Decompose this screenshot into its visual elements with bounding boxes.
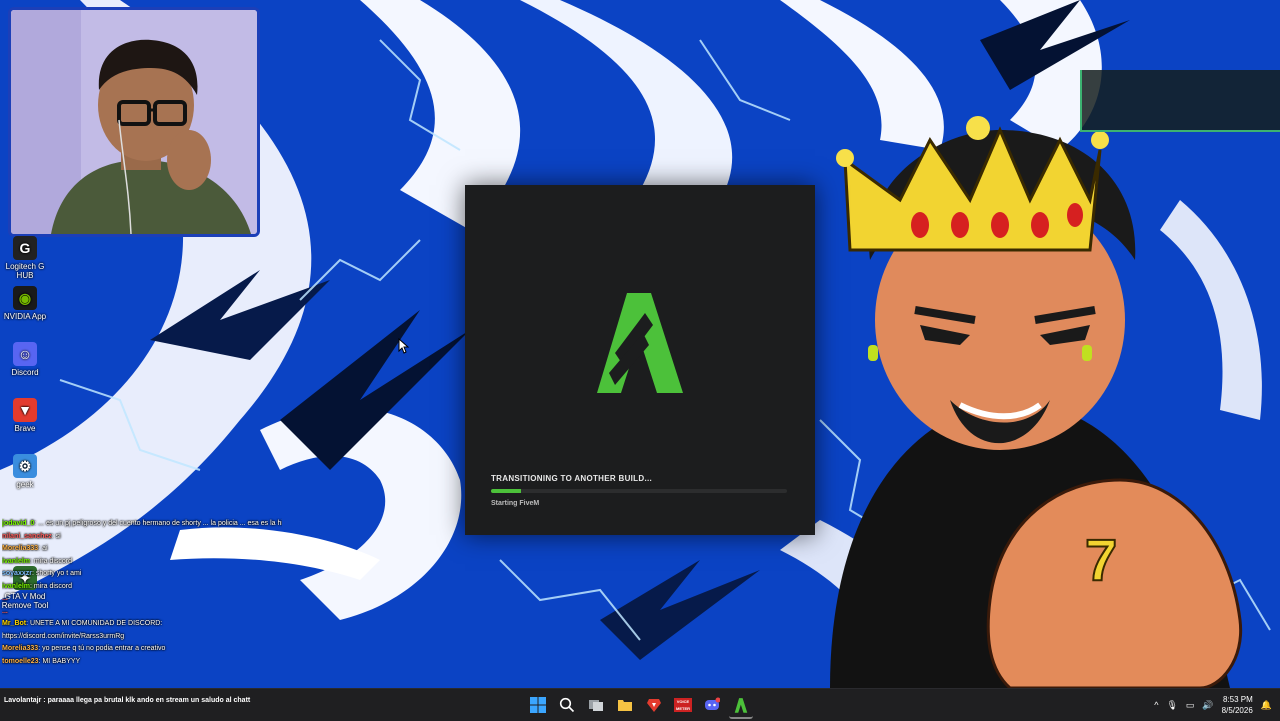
chat-text: : mira discord xyxy=(30,582,73,590)
microphone-icon[interactable]: 🎙 xyxy=(1166,700,1177,711)
chat-text: : ai xyxy=(38,545,48,552)
svg-text:7: 7 xyxy=(1085,528,1117,593)
nvidia-icon: ◉ xyxy=(13,286,37,310)
chat-message: nilani_sanchez: si xyxy=(2,531,282,544)
chat-username: Mr_Bot xyxy=(2,620,27,627)
geek-icon: ⚙ xyxy=(13,454,37,478)
taskbar-apps: VOICE METER xyxy=(526,693,753,719)
discord-icon: ☺ xyxy=(13,342,37,366)
chat-message: https://discord.com/invite/Rarss3urmRg xyxy=(2,631,282,644)
loading-progress-bar xyxy=(491,489,787,493)
fivem-loading-window: TRANSITIONING TO ANOTHER BUILD... Starti… xyxy=(465,185,815,535)
chat-text: : shorty yo t ami xyxy=(31,570,82,577)
chat-username: ... xyxy=(2,595,8,602)
desktop-icon-label: HUB xyxy=(16,271,34,280)
fivem-logo-icon xyxy=(597,293,683,393)
desktop-icon-nvidia[interactable]: ◉ NVIDIA App xyxy=(0,286,50,321)
chat-text: https://discord.com/invite/Rarss3urmRg xyxy=(2,632,125,640)
desktop-icon-discord[interactable]: ☺ Discord xyxy=(0,342,50,377)
loading-progress-fill xyxy=(491,489,521,493)
chat-message: Mr_Bot: UNETE A MI COMUNIDAD DE DISCORD: xyxy=(2,618,282,631)
clock-time: 8:53 PM xyxy=(1222,695,1253,704)
task-view-icon[interactable] xyxy=(584,693,608,717)
chat-message: ivanlelm: mira discord xyxy=(2,581,282,594)
volume-icon[interactable]: 🔊 xyxy=(1202,700,1213,711)
brave-icon: ▼ xyxy=(13,398,37,422)
chat-username: tomoelle23 xyxy=(2,657,39,665)
discord-icon[interactable] xyxy=(700,693,724,717)
chat-text: : yo pense q tú no podia entrar a creati… xyxy=(38,645,166,652)
logitech-icon: G xyxy=(13,236,37,260)
chat-username: nilani_sanchez xyxy=(2,532,52,540)
file-explorer-icon[interactable] xyxy=(613,693,637,717)
chat-username: soyaxxzr xyxy=(2,570,32,577)
chat-message: tomoelle23: MI BABYYY xyxy=(2,656,282,669)
fivem-icon[interactable] xyxy=(729,693,753,719)
network-icon[interactable]: ▭ xyxy=(1186,700,1195,711)
desktop-icon-brave[interactable]: ▼ Brave xyxy=(0,398,50,433)
search-icon[interactable] xyxy=(555,693,579,717)
webcam-overlay xyxy=(8,7,260,237)
taskbar-chat-line: Lavolantajr : paraaaa llega pa brutal kl… xyxy=(4,697,251,704)
mouse-cursor-icon xyxy=(398,338,410,354)
desktop-icon-label: geek xyxy=(16,480,34,489)
chat-username: jodavid_0 xyxy=(2,520,35,527)
clock[interactable]: 8:53 PM 8/5/2026 xyxy=(1222,694,1253,716)
system-tray: ^ 🎙 ▭ 🔊 8:53 PM 8/5/2026 🔔 xyxy=(1154,693,1272,717)
chat-message: jodavid_0: ... es un pj peligroso y del … xyxy=(2,518,282,531)
chat-text: : mira discord xyxy=(30,557,73,565)
chat-username: ... xyxy=(2,607,8,615)
chat-text: : UNETE A MI COMUNIDAD DE DISCORD: xyxy=(26,620,163,627)
desktop-icon-label: Discord xyxy=(11,368,39,377)
chat-username: Morelia333 xyxy=(2,645,39,652)
notification-bell-icon[interactable]: 🔔 xyxy=(1261,700,1272,711)
desktop-icon-label: NVIDIA App xyxy=(3,312,47,321)
chat-message: ... xyxy=(2,606,282,619)
desktop-icon-geek[interactable]: ⚙ geek xyxy=(0,454,50,489)
stream-chat-overlay: jodavid_0: ... es un pj peligroso y del … xyxy=(2,518,282,668)
chat-text: : ... es un pj peligroso y del cuento he… xyxy=(34,520,282,527)
chat-username: ivanlelm xyxy=(2,582,31,590)
chat-message: Morelia333: ai xyxy=(2,543,282,556)
desktop-icon-label: Logitech G xyxy=(5,262,45,271)
chat-message: Morelia333: yo pense q tú no podia entra… xyxy=(2,643,282,656)
desktop-icon-logitech[interactable]: G Logitech G HUB xyxy=(0,236,50,280)
loading-status-text: TRANSITIONING TO ANOTHER BUILD... xyxy=(491,474,653,483)
windows-start-icon[interactable] xyxy=(526,693,550,717)
chat-message: soyaxxzr: shorty yo t ami xyxy=(2,568,282,581)
loading-substatus-text: Starting FiveM xyxy=(491,500,540,507)
taskbar: Lavolantajr : paraaaa llega pa brutal kl… xyxy=(0,688,1280,721)
stream-overlay-box xyxy=(1080,70,1280,132)
chat-text: : si xyxy=(51,532,61,540)
chat-message: ivanlelm: mira discord xyxy=(2,556,282,569)
chat-message: ... xyxy=(2,593,282,606)
voicemeeter-icon[interactable]: VOICE METER xyxy=(671,693,695,717)
chat-username: Morelia333 xyxy=(2,545,39,552)
desktop-icon-label: Brave xyxy=(14,424,36,433)
chat-text: : MI BABYYY xyxy=(38,657,81,665)
brave-icon[interactable] xyxy=(642,693,666,717)
chevron-up-icon[interactable]: ^ xyxy=(1154,700,1158,710)
clock-date: 8/5/2026 xyxy=(1221,706,1253,715)
chat-username: ivanlelm xyxy=(2,557,31,565)
